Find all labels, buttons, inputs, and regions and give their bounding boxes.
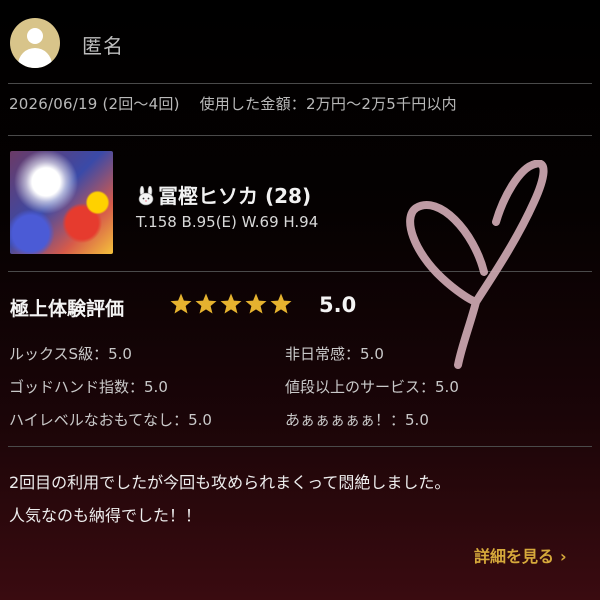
profile-photo[interactable] [10, 151, 113, 254]
comment-line: 人気なのも納得でした！！ [9, 506, 202, 525]
heart-doodle-icon [406, 160, 548, 369]
rating-title: 極上体験評価 [10, 298, 125, 320]
avatar [10, 18, 60, 68]
comment-line: 2回目の利用でしたが今回も攻められまくって悶絶しました。 [9, 473, 451, 492]
criterion-extraordinary: 非日常感：5.0 [285, 345, 384, 363]
review-date: 2026/06/19 [9, 95, 98, 113]
reviewer-name: 匿名 [82, 34, 124, 58]
profile-stats: T.158 B.95(E) W.69 H.94 [136, 213, 319, 231]
criterion-value: 値段以上のサービス：5.0 [285, 378, 459, 396]
divider [8, 83, 592, 84]
star-icon [195, 293, 217, 314]
review-meta: 2026/06/19 (2回〜4回) 使用した金額：2万円〜2万5千円以内 [9, 93, 457, 114]
chevron-right-icon: › [560, 547, 567, 566]
star-icon [170, 293, 192, 314]
criterion-aaa: あぁぁぁぁぁ！：5.0 [285, 411, 429, 429]
profile-age: (28) [264, 184, 312, 208]
criterion-godhand: ゴッドハンド指数：5.0 [9, 378, 168, 396]
criterion-hospitality: ハイレベルなおもてなし：5.0 [9, 411, 212, 429]
spent-value: 2万円〜2万5千円以内 [305, 95, 457, 113]
rabbit-icon [138, 186, 154, 206]
divider [8, 135, 592, 136]
view-details-link[interactable]: 詳細を見る › [474, 543, 567, 567]
criterion-looks: ルックスS級：5.0 [9, 345, 132, 363]
star-icon [220, 293, 242, 314]
star-icon [270, 293, 292, 314]
rating-stars [169, 292, 293, 316]
profile-name: 冨樫ヒソカ [158, 184, 258, 208]
rating-score: 5.0 [319, 293, 357, 317]
star-icon [245, 293, 267, 314]
divider [8, 446, 592, 447]
review-comment: 2回目の利用でしたが今回も攻められまくって悶絶しました。 人気なのも納得でした！… [9, 466, 594, 532]
profile-name-row[interactable]: 冨樫ヒソカ (28) [136, 180, 311, 209]
spent-label: 使用した金額： [199, 95, 306, 113]
view-details-label: 詳細を見る [474, 547, 555, 566]
visit-count: (2回〜4回) [102, 95, 180, 113]
